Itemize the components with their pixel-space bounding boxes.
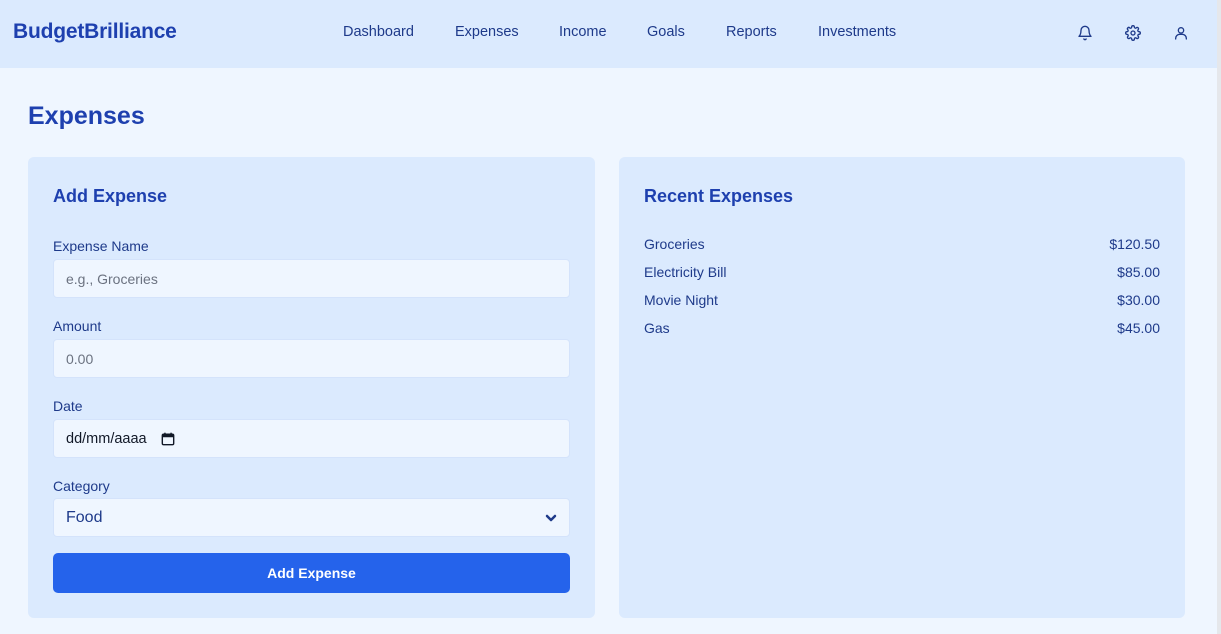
list-item: Movie Night $30.00 <box>644 292 1160 320</box>
expense-item-name: Electricity Bill <box>644 264 727 280</box>
expense-item-amount: $120.50 <box>1109 236 1160 252</box>
date-input[interactable]: dd/mm/aaaa <box>53 419 570 458</box>
gear-icon[interactable] <box>1124 24 1142 42</box>
main-nav: Dashboard Expenses Income Goals Reports … <box>0 24 1217 44</box>
list-item: Electricity Bill $85.00 <box>644 264 1160 292</box>
page-scrollbar[interactable] <box>1217 0 1221 634</box>
recent-expenses-card: Recent Expenses Groceries $120.50 Electr… <box>619 157 1185 618</box>
page-title: Expenses <box>28 102 145 130</box>
user-icon[interactable] <box>1172 24 1190 42</box>
page: BudgetBrilliance Dashboard Expenses Inco… <box>0 0 1221 634</box>
chevron-down-icon <box>545 514 557 521</box>
nav-income[interactable]: Income <box>559 24 607 40</box>
list-item: Groceries $120.50 <box>644 236 1160 264</box>
expense-name-label: Expense Name <box>53 238 149 254</box>
date-label: Date <box>53 398 83 414</box>
expense-item-name: Movie Night <box>644 292 718 308</box>
expense-item-amount: $30.00 <box>1117 292 1160 308</box>
amount-label: Amount <box>53 318 102 334</box>
list-item: Gas $45.00 <box>644 320 1160 348</box>
nav-goals[interactable]: Goals <box>647 24 685 40</box>
top-header: BudgetBrilliance Dashboard Expenses Inco… <box>0 0 1217 68</box>
expense-item-amount: $85.00 <box>1117 264 1160 280</box>
category-selected-value: Food <box>66 508 103 526</box>
recent-expenses-title: Recent Expenses <box>644 186 794 206</box>
date-placeholder: dd/mm/aaaa <box>66 430 147 447</box>
recent-expenses-list: Groceries $120.50 Electricity Bill $85.0… <box>644 236 1160 348</box>
add-expense-button[interactable]: Add Expense <box>53 553 570 593</box>
amount-input[interactable]: 0.00 <box>53 339 570 378</box>
nav-reports[interactable]: Reports <box>726 24 777 40</box>
expense-item-name: Groceries <box>644 236 705 252</box>
bell-icon[interactable] <box>1076 24 1094 42</box>
expense-item-name: Gas <box>644 320 670 336</box>
add-expense-card: Add Expense Expense Name e.g., Groceries… <box>28 157 595 618</box>
nav-dashboard[interactable]: Dashboard <box>343 24 414 40</box>
expense-name-input[interactable]: e.g., Groceries <box>53 259 570 298</box>
add-expense-title: Add Expense <box>53 186 168 206</box>
calendar-icon[interactable] <box>161 432 175 446</box>
category-select[interactable]: Food <box>53 498 570 537</box>
category-label: Category <box>53 478 110 494</box>
nav-investments[interactable]: Investments <box>818 24 896 40</box>
nav-expenses[interactable]: Expenses <box>455 24 519 40</box>
expense-item-amount: $45.00 <box>1117 320 1160 336</box>
